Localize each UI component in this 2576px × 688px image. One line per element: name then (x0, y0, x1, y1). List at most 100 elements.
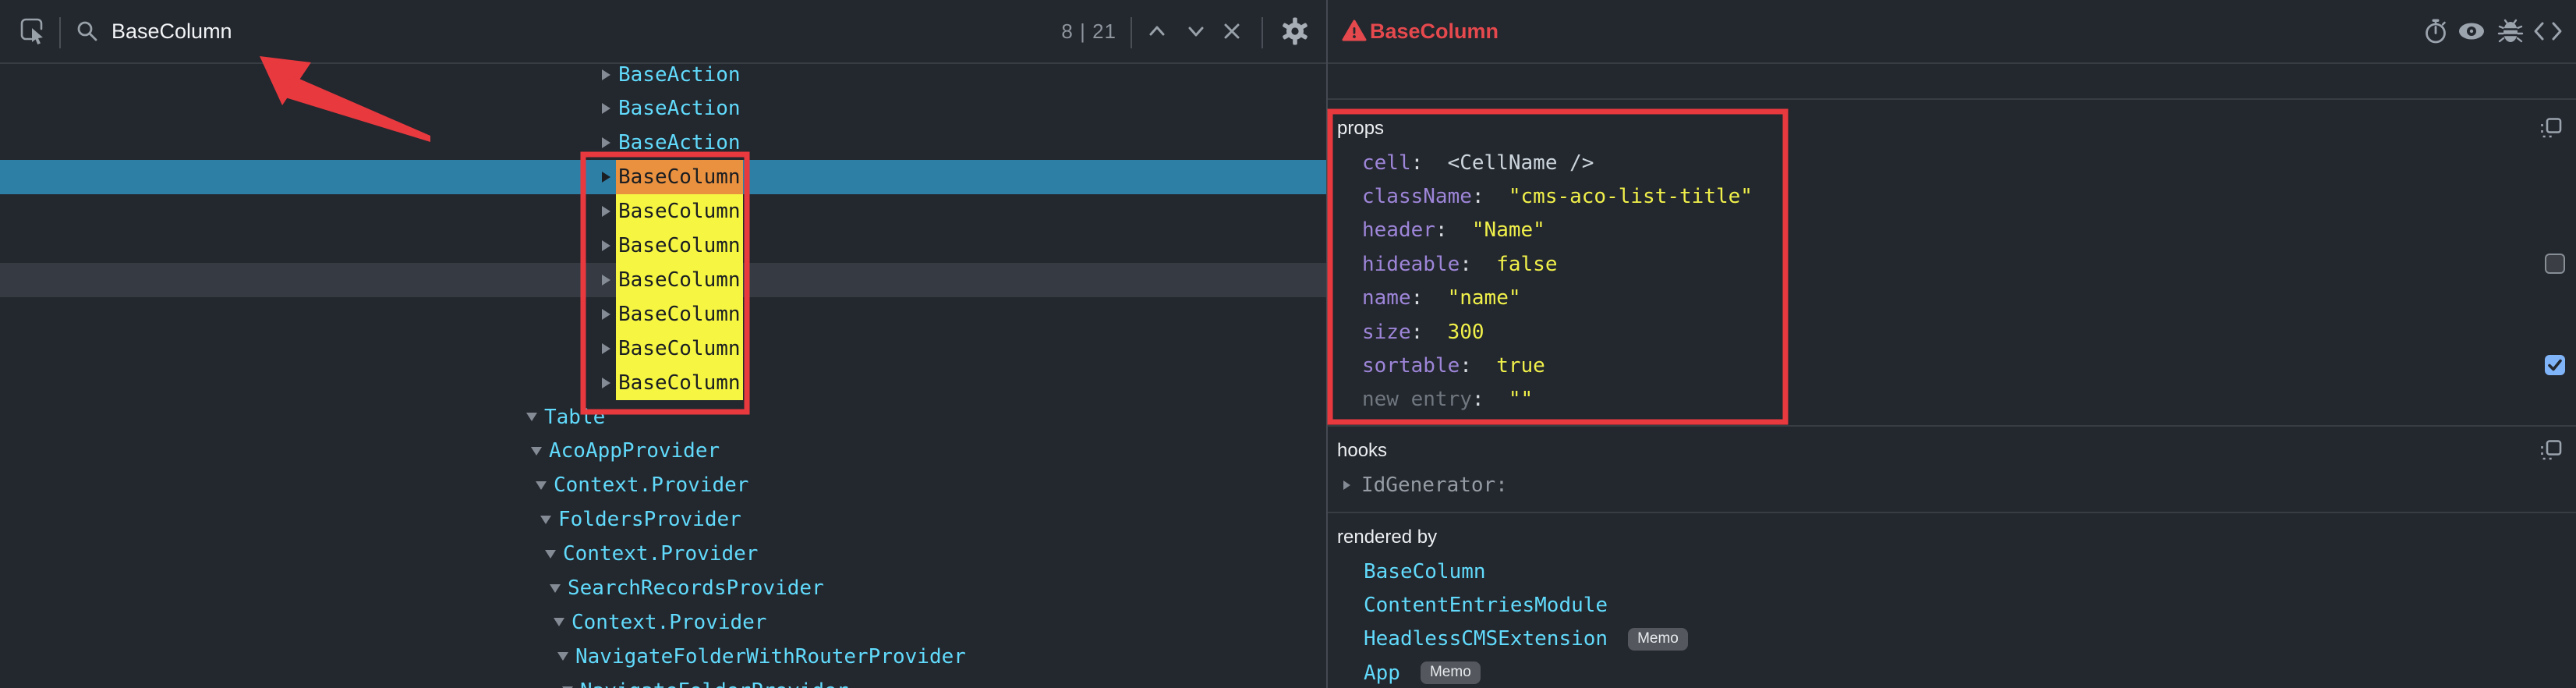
settings-button[interactable] (1279, 0, 1311, 62)
collapsed-arrow-icon[interactable] (1343, 481, 1350, 490)
prop-row-hideable[interactable]: hideable: false (1328, 247, 2576, 281)
inspected-element-header: BaseColumn (1328, 0, 2576, 64)
prop-value[interactable]: "Name" (1472, 218, 1545, 242)
section-divider (1328, 425, 2576, 427)
expanded-arrow-icon[interactable] (529, 434, 544, 468)
collapsed-arrow-icon[interactable] (598, 332, 614, 366)
rendered-by-title-row: rendered by (1328, 520, 2576, 555)
components-toolbar: BaseColumn 8 | 21 (0, 0, 1328, 64)
copy-hooks-button[interactable] (2539, 438, 2564, 466)
rendered-by-row-app: AppMemo (1328, 656, 2576, 688)
props-section: props cell: <CellName />className: "cms-… (1328, 112, 2576, 417)
prop-row-name[interactable]: name: "name" (1328, 282, 2576, 315)
tree-row-basecolumn[interactable]: BaseColumn (0, 366, 1326, 400)
collapsed-arrow-icon[interactable] (598, 91, 614, 126)
checkbox-checked[interactable] (2545, 355, 2565, 375)
collapsed-arrow-icon[interactable] (598, 229, 614, 263)
copy-props-button[interactable] (2539, 116, 2564, 144)
triangle-glyph (602, 206, 610, 217)
hook-row-idgenerator[interactable]: IdGenerator: (1328, 468, 2576, 502)
prop-row-new-entry[interactable]: new entry: "" (1328, 383, 2576, 417)
expanded-arrow-icon[interactable] (543, 537, 558, 571)
owner-link[interactable]: BaseColumn (1364, 560, 1486, 583)
hook-name: IdGenerator: (1361, 473, 1508, 497)
prop-key: name (1362, 286, 1411, 310)
prop-row-header[interactable]: header: "Name" (1328, 214, 2576, 247)
tree-row-basecolumn[interactable]: BaseColumn (0, 263, 1326, 297)
tree-row-basecolumn[interactable]: BaseColumn (0, 297, 1326, 332)
tree-row-context-provider[interactable]: Context.Provider (0, 537, 1326, 571)
tree-row-basecolumn[interactable]: BaseColumn (0, 160, 1326, 194)
toolbar-divider (1131, 17, 1132, 48)
prop-colon: : (1472, 185, 1509, 208)
prop-value[interactable]: true (1496, 354, 1545, 378)
collapsed-arrow-icon[interactable] (598, 366, 614, 400)
prop-value[interactable]: "" (1509, 388, 1533, 411)
tree-row-context-provider[interactable]: Context.Provider (0, 468, 1326, 502)
profile-component-button[interactable] (2419, 0, 2453, 62)
tree-row-basecolumn[interactable]: BaseColumn (0, 194, 1326, 229)
prop-row-className[interactable]: className: "cms-aco-list-title" (1328, 179, 2576, 213)
tree-row-navigatefolderwithrouterprovider[interactable]: NavigateFolderWithRouterProvider (0, 640, 1326, 674)
prop-row-sortable[interactable]: sortable: true (1328, 349, 2576, 382)
log-to-console-button[interactable] (2493, 0, 2528, 62)
tree-row-context-provider[interactable]: Context.Provider (0, 605, 1326, 640)
tree-row-baseaction[interactable]: BaseAction (0, 64, 1326, 92)
prop-value[interactable]: "cms-aco-list-title" (1509, 185, 1753, 208)
prop-key: header (1362, 218, 1435, 242)
triangle-glyph (602, 309, 610, 320)
search-input[interactable]: BaseColumn (111, 0, 232, 62)
clear-search-button[interactable] (1216, 0, 1247, 62)
component-name-label: BaseColumn (616, 229, 743, 263)
tree-row-foldersprovider[interactable]: FoldersProvider (0, 502, 1326, 537)
tree-row-acoappprovider[interactable]: AcoAppProvider (0, 434, 1326, 468)
tree-row-table[interactable]: Table (0, 400, 1326, 434)
prop-colon: : (1460, 253, 1496, 276)
tree-row-basecolumn[interactable]: BaseColumn (0, 229, 1326, 263)
collapsed-arrow-icon[interactable] (598, 297, 614, 332)
memo-badge: Memo (1628, 628, 1688, 651)
owner-link[interactable]: ContentEntriesModule (1364, 594, 1608, 617)
tree-row-baseaction[interactable]: BaseAction (0, 91, 1326, 126)
owner-link[interactable]: App (1364, 661, 1400, 685)
prop-colon: : (1411, 321, 1448, 344)
copy-icon (2539, 438, 2564, 463)
tree-row-searchrecordsprovider[interactable]: SearchRecordsProvider (0, 571, 1326, 605)
expanded-arrow-icon[interactable] (555, 640, 571, 674)
component-name-label: BaseAction (616, 91, 743, 126)
prop-key: cell (1362, 151, 1411, 175)
expanded-arrow-icon[interactable] (533, 468, 549, 502)
collapsed-arrow-icon[interactable] (598, 64, 614, 92)
tree-row-baseaction[interactable]: BaseAction (0, 126, 1326, 160)
previous-match-button[interactable] (1141, 0, 1173, 62)
expanded-arrow-icon[interactable] (538, 502, 554, 537)
owner-link[interactable]: HeadlessCMSExtension (1364, 627, 1608, 651)
expanded-arrow-icon[interactable] (524, 400, 540, 434)
expanded-arrow-icon[interactable] (560, 674, 575, 688)
bug-icon (2496, 17, 2525, 45)
copy-icon (2539, 116, 2564, 141)
prop-value[interactable]: 300 (1448, 321, 1484, 344)
tree-row-navigatefolderprovider[interactable]: NavigateFolderProvider (0, 674, 1326, 688)
expanded-arrow-icon[interactable] (547, 571, 563, 605)
inspect-element-button[interactable] (14, 0, 51, 62)
prop-value[interactable]: false (1496, 253, 1557, 276)
collapsed-arrow-icon[interactable] (598, 263, 614, 297)
collapsed-arrow-icon[interactable] (598, 160, 614, 194)
prop-value[interactable]: <CellName /> (1448, 151, 1594, 175)
expanded-arrow-icon[interactable] (551, 605, 567, 640)
prop-value[interactable]: "name" (1448, 286, 1521, 310)
checkbox-unchecked[interactable] (2545, 254, 2565, 274)
view-source-button[interactable] (2531, 0, 2565, 62)
timer-icon (2422, 17, 2450, 45)
prop-row-cell[interactable]: cell: <CellName /> (1328, 146, 2576, 179)
collapsed-arrow-icon[interactable] (598, 126, 614, 160)
inspected-element-panel: BaseColumn (1328, 0, 2576, 688)
inspect-dom-button[interactable] (2454, 0, 2489, 62)
next-match-button[interactable] (1180, 0, 1212, 62)
collapsed-arrow-icon[interactable] (598, 194, 614, 229)
triangle-glyph (602, 69, 610, 80)
prop-row-size[interactable]: size: 300 (1328, 315, 2576, 349)
triangle-glyph (536, 481, 547, 490)
tree-row-basecolumn[interactable]: BaseColumn (0, 332, 1326, 366)
